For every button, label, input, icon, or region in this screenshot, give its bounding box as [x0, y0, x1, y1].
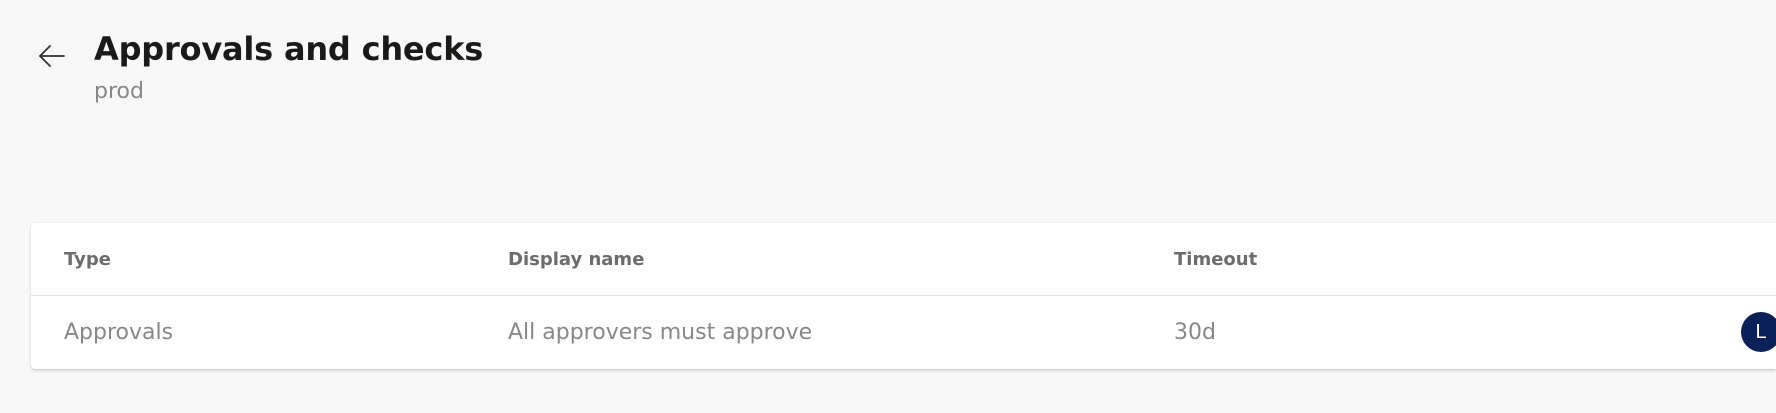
column-header-type[interactable]: Type [64, 223, 111, 296]
column-header-display-name[interactable]: Display name [508, 223, 644, 296]
page-subtitle: prod [94, 79, 144, 104]
table-row[interactable]: Approvals All approvers must approve 30d… [31, 296, 1776, 369]
back-button[interactable] [34, 38, 70, 74]
approvals-and-checks-page: Approvals and checks prod Type Display n… [0, 0, 1776, 413]
checks-table: Type Display name Timeout Approvals All … [31, 223, 1776, 369]
cell-display-name: All approvers must approve [508, 320, 813, 345]
cell-timeout: 30d [1174, 320, 1216, 345]
cell-type: Approvals [64, 320, 174, 345]
table-header: Type Display name Timeout [31, 223, 1776, 296]
avatar[interactable]: L [1741, 312, 1776, 352]
arrow-left-icon [39, 45, 65, 67]
page-header: Approvals and checks prod [0, 0, 1776, 130]
column-header-timeout[interactable]: Timeout [1174, 223, 1257, 296]
page-title: Approvals and checks [94, 30, 484, 68]
